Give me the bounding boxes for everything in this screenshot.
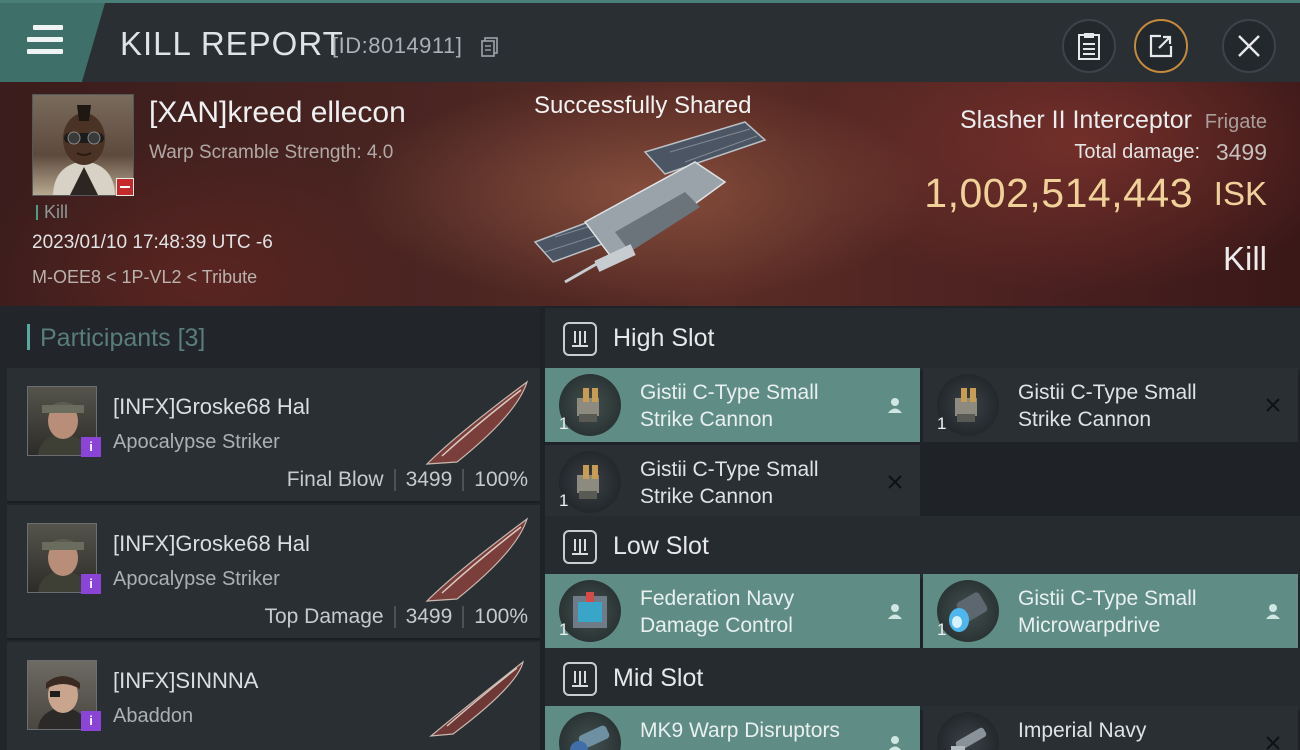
module-name: Imperial Navy xyxy=(1018,719,1147,742)
warp-disruptor-module-icon xyxy=(559,712,621,750)
share-button[interactable] xyxy=(1134,19,1188,73)
imperial-navy-module-icon xyxy=(937,712,999,750)
participant-ship-image[interactable] xyxy=(417,374,537,470)
participants-header: Participants [3] xyxy=(27,324,205,353)
participant-role: Top Damage xyxy=(264,605,384,628)
info-icon[interactable]: i xyxy=(81,574,101,594)
victim-ship-image[interactable] xyxy=(525,112,785,302)
module-name: Gistii C-Type Small Strike Cannon xyxy=(640,458,819,508)
participant-ship-image[interactable] xyxy=(417,511,537,607)
dropped-person-icon xyxy=(884,732,906,750)
participant-stats: Top Damage 3499 100% xyxy=(264,605,528,629)
dropped-person-icon xyxy=(884,600,906,622)
module-name: Federation Navy Damage Control xyxy=(640,587,795,637)
participant-row[interactable]: i [INFX]SINNNA Abaddon xyxy=(7,642,540,750)
hamburger-icon xyxy=(27,25,63,55)
participant-percent: 100% xyxy=(474,468,528,491)
page-title: KILL REPORT xyxy=(120,25,344,62)
ship-name[interactable]: Slasher II Interceptor xyxy=(960,106,1192,135)
module-qty: 1 xyxy=(937,620,947,639)
module-item[interactable]: 1 Federation Navy Damage Control xyxy=(545,574,920,648)
module-qty: 1 xyxy=(559,414,569,433)
close-button[interactable] xyxy=(1222,19,1276,73)
total-damage-value: 3499 xyxy=(1215,139,1267,165)
participant-name[interactable]: [INFX]SINNNA xyxy=(113,668,258,694)
total-damage-label: Total damage: xyxy=(1074,141,1200,163)
high-slot-icon xyxy=(563,322,597,356)
module-qty: 1 xyxy=(559,491,569,510)
hostile-badge xyxy=(116,178,134,196)
destroyed-x-icon xyxy=(1262,732,1284,750)
isk-unit: ISK xyxy=(1213,175,1267,212)
victim-banner: [XAN]kreed ellecon Warp Scramble Strengt… xyxy=(0,82,1300,306)
module-name: Gistii C-Type Small Strike Cannon xyxy=(1018,381,1197,431)
info-icon[interactable]: i xyxy=(81,437,101,457)
dropped-person-icon xyxy=(884,394,906,416)
close-icon xyxy=(1238,35,1260,57)
share-icon xyxy=(1149,34,1173,58)
participants-panel: Participants [3] i [INFX]Groske68 Hal Ap… xyxy=(0,306,540,750)
mid-slot-icon xyxy=(563,662,597,696)
low-slot-icon xyxy=(563,530,597,564)
clipboard-icon xyxy=(1078,33,1100,60)
destroyed-x-icon xyxy=(1262,394,1284,416)
participant-ship: Abaddon xyxy=(113,705,194,727)
module-item[interactable]: 1 Gistii C-Type Small Strike Cannon xyxy=(923,368,1298,442)
low-slot-header: Low Slot xyxy=(545,516,1300,578)
participant-percent: 100% xyxy=(474,605,528,628)
mid-slot-label: Mid Slot xyxy=(613,664,704,692)
kill-datetime: 2023/01/10 17:48:39 UTC -6 xyxy=(32,232,273,253)
high-slot-label: High Slot xyxy=(613,324,715,352)
module-name: MK9 Warp Disruptors xyxy=(640,719,840,742)
module-qty: 1 xyxy=(937,414,947,433)
participant-row[interactable]: i [INFX]Groske68 Hal Apocalypse Striker … xyxy=(7,505,540,640)
module-item[interactable]: 1 Gistii C-Type Small Strike Cannon xyxy=(545,368,920,442)
participant-ship: Apocalypse Striker xyxy=(113,568,280,590)
copy-icon[interactable] xyxy=(481,37,499,57)
dropped-person-icon xyxy=(1262,600,1284,622)
result-label: Kill xyxy=(1222,240,1267,277)
participant-stats: Final Blow 3499 100% xyxy=(287,468,528,492)
participant-name[interactable]: [INFX]Groske68 Hal xyxy=(113,394,310,420)
participant-role: Final Blow xyxy=(286,468,384,491)
participant-name[interactable]: [INFX]Groske68 Hal xyxy=(113,531,310,557)
mid-slot-header: Mid Slot xyxy=(545,648,1300,710)
isk-value: 1,002,514,443 xyxy=(924,170,1193,216)
participant-damage: 3499 xyxy=(405,605,453,628)
header-bar: KILL REPORT [ID:8014911] xyxy=(0,0,1300,82)
participant-ship: Apocalypse Striker xyxy=(113,431,280,453)
kill-location[interactable]: M-OEE8 < 1P-VL2 < Tribute xyxy=(32,267,257,288)
module-item[interactable]: 1 Gistii C-Type Small Strike Cannon xyxy=(545,445,920,519)
module-item[interactable]: 1 Gistii C-Type Small Microwarpdrive xyxy=(923,574,1298,648)
report-button[interactable] xyxy=(1062,19,1116,73)
low-slot-label: Low Slot xyxy=(613,532,709,560)
participant-row[interactable]: i [INFX]Groske68 Hal Apocalypse Striker … xyxy=(7,368,540,503)
module-name: Gistii C-Type Small Strike Cannon xyxy=(640,381,819,431)
module-item[interactable]: 1 MK9 Warp Disruptors xyxy=(545,706,920,750)
kill-id: [ID:8014911] xyxy=(332,33,463,58)
ship-class: Frigate xyxy=(1204,111,1267,133)
high-slot-header: High Slot xyxy=(545,308,1300,370)
destroyed-x-icon xyxy=(884,471,906,493)
module-qty: 1 xyxy=(559,620,569,639)
fitting-panel: High Slot 1 Gistii C-Type Small Strike Ca… xyxy=(540,306,1300,750)
participant-ship-image[interactable] xyxy=(417,650,537,746)
victim-name[interactable]: [XAN]kreed ellecon xyxy=(149,96,406,130)
module-item[interactable]: 1 Imperial Navy xyxy=(923,706,1298,750)
participant-damage: 3499 xyxy=(405,468,453,491)
module-name: Gistii C-Type Small Microwarpdrive xyxy=(1018,587,1197,637)
kill-tag: Kill xyxy=(36,202,68,223)
menu-button[interactable] xyxy=(0,3,105,82)
victim-subline: Warp Scramble Strength: 4.0 xyxy=(149,142,394,163)
info-icon[interactable]: i xyxy=(81,711,101,731)
